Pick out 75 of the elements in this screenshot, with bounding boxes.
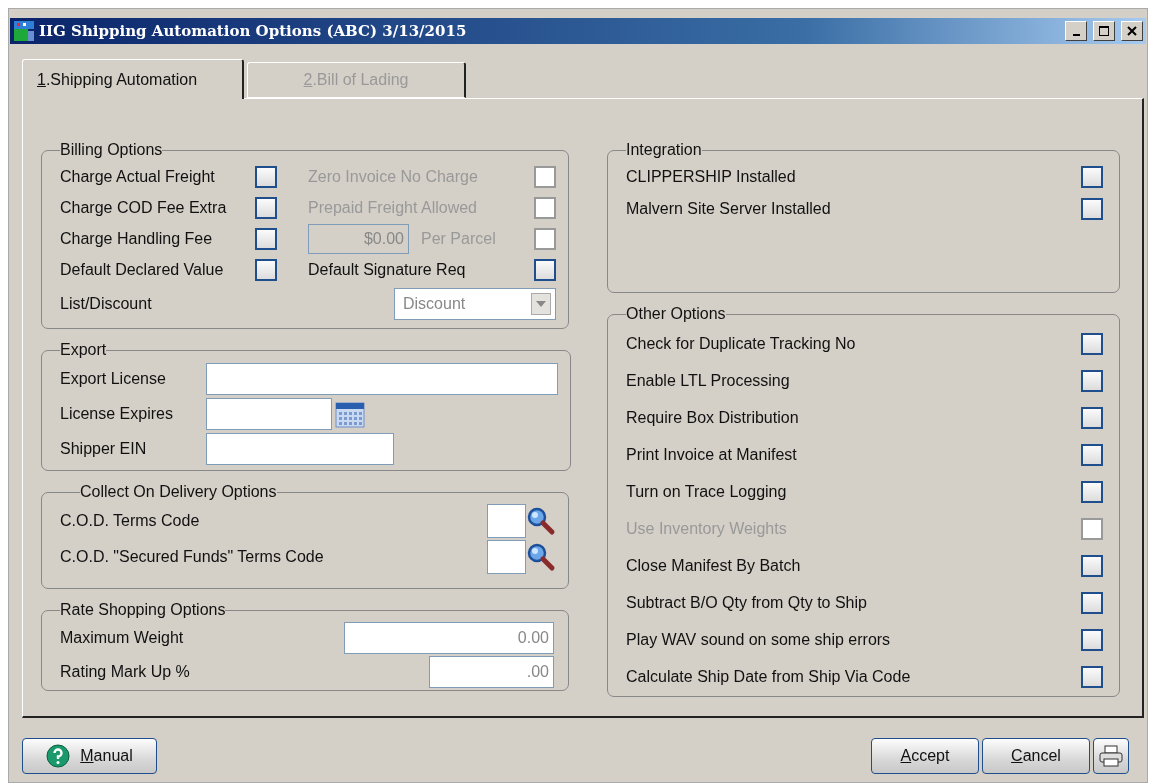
- option-label: Check for Duplicate Tracking No: [626, 334, 856, 353]
- option-label: Charge COD Fee Extra: [60, 198, 228, 217]
- input-field[interactable]: [487, 504, 526, 538]
- field-label: Maximum Weight: [60, 629, 184, 647]
- option-label: Turn on Trace Logging: [626, 482, 787, 501]
- option-label: Prepaid Freight Allowed: [308, 198, 478, 217]
- field-label: C.O.D. "Secured Funds" Terms Code: [60, 548, 325, 566]
- option-label: Print Invoice at Manifest: [626, 445, 797, 464]
- option-label: Use Inventory Weights: [626, 519, 787, 538]
- option-label: Calculate Ship Date from Ship Via Code: [626, 667, 911, 686]
- minimize-button[interactable]: [1065, 21, 1087, 41]
- maximize-icon: [1098, 25, 1110, 37]
- option-label: Default Signature Req: [308, 260, 467, 279]
- checkbox[interactable]: [1081, 369, 1103, 392]
- close-button[interactable]: [1121, 21, 1143, 41]
- checkbox[interactable]: [1081, 628, 1103, 651]
- option-label: Enable LTL Processing: [626, 371, 790, 390]
- close-icon: [1126, 25, 1138, 37]
- checkbox[interactable]: [1081, 332, 1103, 355]
- checkbox[interactable]: [1081, 480, 1103, 503]
- number-field[interactable]: .00: [429, 656, 554, 688]
- option-label: Require Box Distribution: [626, 408, 799, 427]
- number-field[interactable]: 0.00: [344, 622, 554, 654]
- group-title: Rate Shopping Options: [60, 601, 226, 619]
- field-label: C.O.D. Terms Code: [60, 512, 201, 530]
- checkbox[interactable]: [1081, 166, 1103, 188]
- option-label: Charge Actual Freight: [60, 167, 216, 186]
- dialog-button[interactable]: Accept: [871, 738, 979, 774]
- manual-button[interactable]: Manual: [22, 738, 157, 774]
- checkbox[interactable]: [255, 258, 277, 281]
- dialog-button[interactable]: Cancel: [982, 738, 1090, 774]
- printer-icon: [1098, 744, 1124, 768]
- input-field[interactable]: [487, 540, 526, 574]
- option-label: CLIPPERSHIP Installed: [626, 168, 796, 186]
- date-field[interactable]: [206, 397, 332, 430]
- tab[interactable]: 2.Bill of Lading: [247, 62, 466, 98]
- group-title: Collect On Delivery Options: [80, 483, 277, 501]
- option-label: List/Discount: [60, 295, 152, 313]
- field-label: Rating Mark Up %: [60, 663, 190, 681]
- option-label: Per Parcel: [421, 229, 497, 248]
- input-field[interactable]: [206, 432, 394, 465]
- checkbox[interactable]: [1081, 198, 1103, 220]
- search-icon[interactable]: [526, 541, 556, 573]
- checkbox[interactable]: [1081, 591, 1103, 614]
- group-title: Integration: [626, 141, 702, 159]
- option-label: Default Declared Value: [60, 260, 225, 279]
- checkbox[interactable]: [255, 196, 277, 219]
- option-label: Charge Handling Fee: [60, 229, 214, 248]
- group-title: Export: [60, 341, 107, 359]
- minimize-icon: [1072, 34, 1080, 36]
- option-label: Subtract B/O Qty from Qty to Ship: [626, 593, 867, 612]
- app-logo-icon: [13, 20, 35, 42]
- search-icon[interactable]: [526, 505, 556, 537]
- checkbox[interactable]: [1081, 554, 1103, 577]
- maximize-button[interactable]: [1093, 21, 1115, 41]
- option-label: Zero Invoice No Charge: [308, 167, 479, 186]
- window-title: IIG Shipping Automation Options (ABC) 3/13/2015: [39, 22, 468, 40]
- field-label: Shipper EIN: [60, 439, 148, 458]
- group-title: Other Options: [626, 305, 726, 323]
- group-title: Billing Options: [60, 141, 163, 159]
- tab[interactable]: 1.Shipping Automation: [22, 59, 244, 99]
- option-label: Malvern Site Server Installed: [626, 200, 831, 218]
- print-button[interactable]: [1093, 738, 1129, 774]
- checkbox[interactable]: [1081, 665, 1103, 688]
- checkbox[interactable]: [255, 227, 277, 250]
- option-label: Close Manifest By Batch: [626, 556, 801, 575]
- option-label: Play WAV sound on some ship errors: [626, 630, 891, 649]
- checkbox[interactable]: [1081, 406, 1103, 429]
- checkbox[interactable]: [534, 258, 556, 281]
- help-icon: [46, 744, 71, 768]
- field-label: Export License: [60, 369, 167, 388]
- checkbox[interactable]: [1081, 443, 1103, 466]
- input-field[interactable]: [206, 362, 558, 395]
- field-label: License Expires: [60, 404, 174, 423]
- checkbox[interactable]: [255, 165, 277, 188]
